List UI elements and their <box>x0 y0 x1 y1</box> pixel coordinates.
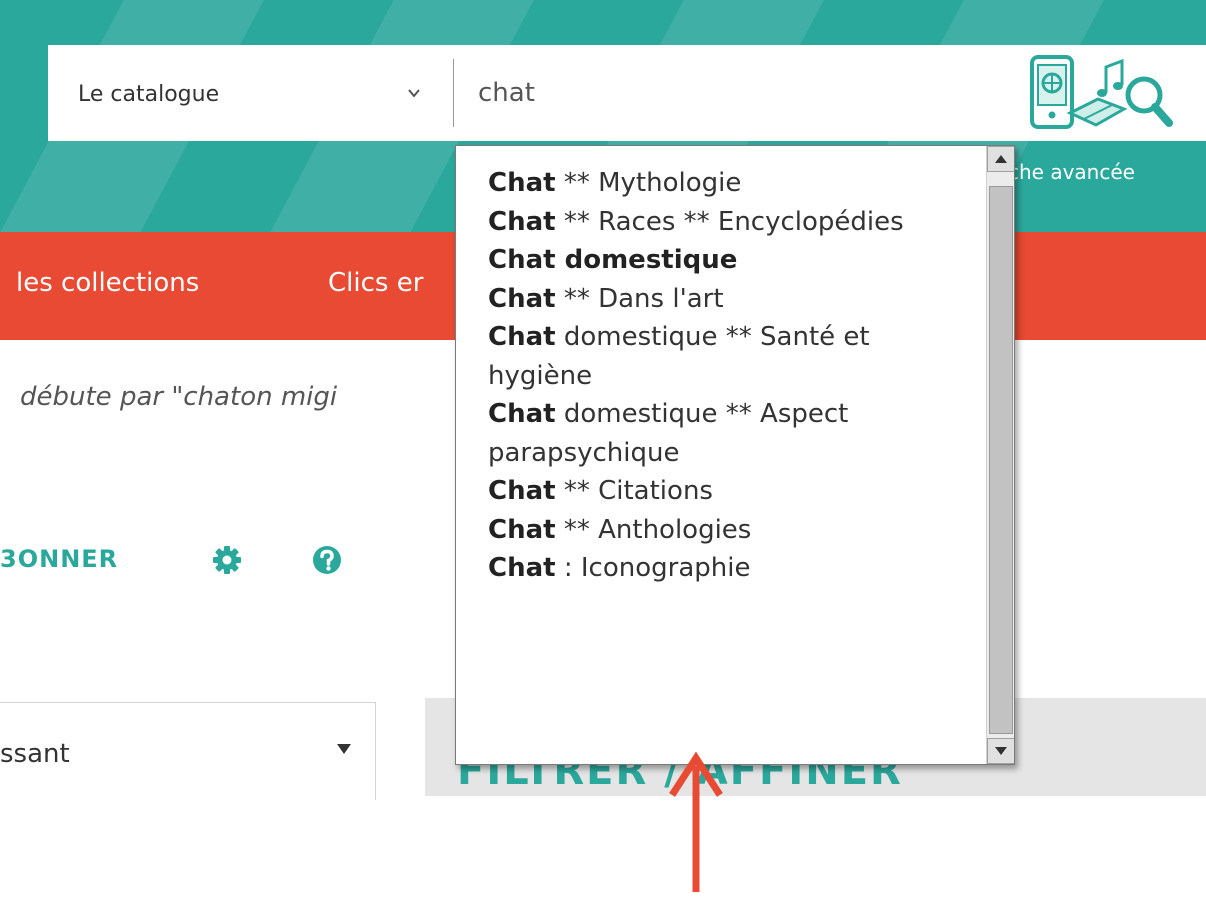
chevron-down-icon <box>408 89 420 98</box>
sort-select[interactable]: ssant <box>0 702 376 800</box>
autocomplete-dropdown: Chat ** Mythologie Chat ** Races ** Ency… <box>455 145 1015 765</box>
results-info: débute par "chaton migi <box>20 382 338 412</box>
subscribe-link[interactable]: 3ONNER <box>0 545 118 573</box>
suggestion-item[interactable]: Chat domestique ** Aspect parapsychique <box>456 395 984 472</box>
search-scope-select[interactable]: Le catalogue <box>48 45 453 141</box>
suggestion-item[interactable]: Chat ** Dans l'art <box>456 280 984 319</box>
search-icon[interactable] <box>1026 53 1176 135</box>
nav-item-collections[interactable]: les collections <box>16 268 199 298</box>
sort-value: ssant <box>0 739 70 769</box>
search-bar: Le catalogue <box>48 45 1206 141</box>
search-input[interactable] <box>466 63 986 123</box>
arrow-down-icon <box>995 747 1007 755</box>
scroll-up-button[interactable] <box>987 146 1014 172</box>
search-scope-value: Le catalogue <box>78 82 220 107</box>
suggestion-item[interactable]: Chat ** Mythologie <box>456 164 984 203</box>
help-icon[interactable] <box>312 545 342 575</box>
scroll-down-button[interactable] <box>987 738 1014 764</box>
suggestion-item[interactable]: Chat domestique <box>456 241 984 280</box>
nav-item-clics[interactable]: Clics er <box>328 268 423 298</box>
result-actions: 3ONNER <box>0 545 420 595</box>
advanced-search-link[interactable]: che avancée <box>1008 160 1135 184</box>
search-divider <box>453 59 454 127</box>
scroll-thumb[interactable] <box>989 186 1013 734</box>
suggestion-item[interactable]: Chat : Iconographie <box>456 549 984 588</box>
suggestion-item[interactable]: Chat ** Citations <box>456 472 984 511</box>
annotation-arrow-icon <box>669 752 723 892</box>
suggestion-item[interactable]: Chat ** Anthologies <box>456 511 984 550</box>
arrow-up-icon <box>995 155 1007 163</box>
caret-down-icon <box>337 744 351 754</box>
suggestion-list: Chat ** Mythologie Chat ** Races ** Ency… <box>456 164 984 588</box>
dropdown-scrollbar[interactable] <box>986 146 1014 764</box>
suggestion-item[interactable]: Chat ** Races ** Encyclopédies <box>456 203 984 242</box>
suggestion-item[interactable]: Chat domestique ** Santé et hygiène <box>456 318 984 395</box>
gear-icon[interactable] <box>212 545 242 575</box>
